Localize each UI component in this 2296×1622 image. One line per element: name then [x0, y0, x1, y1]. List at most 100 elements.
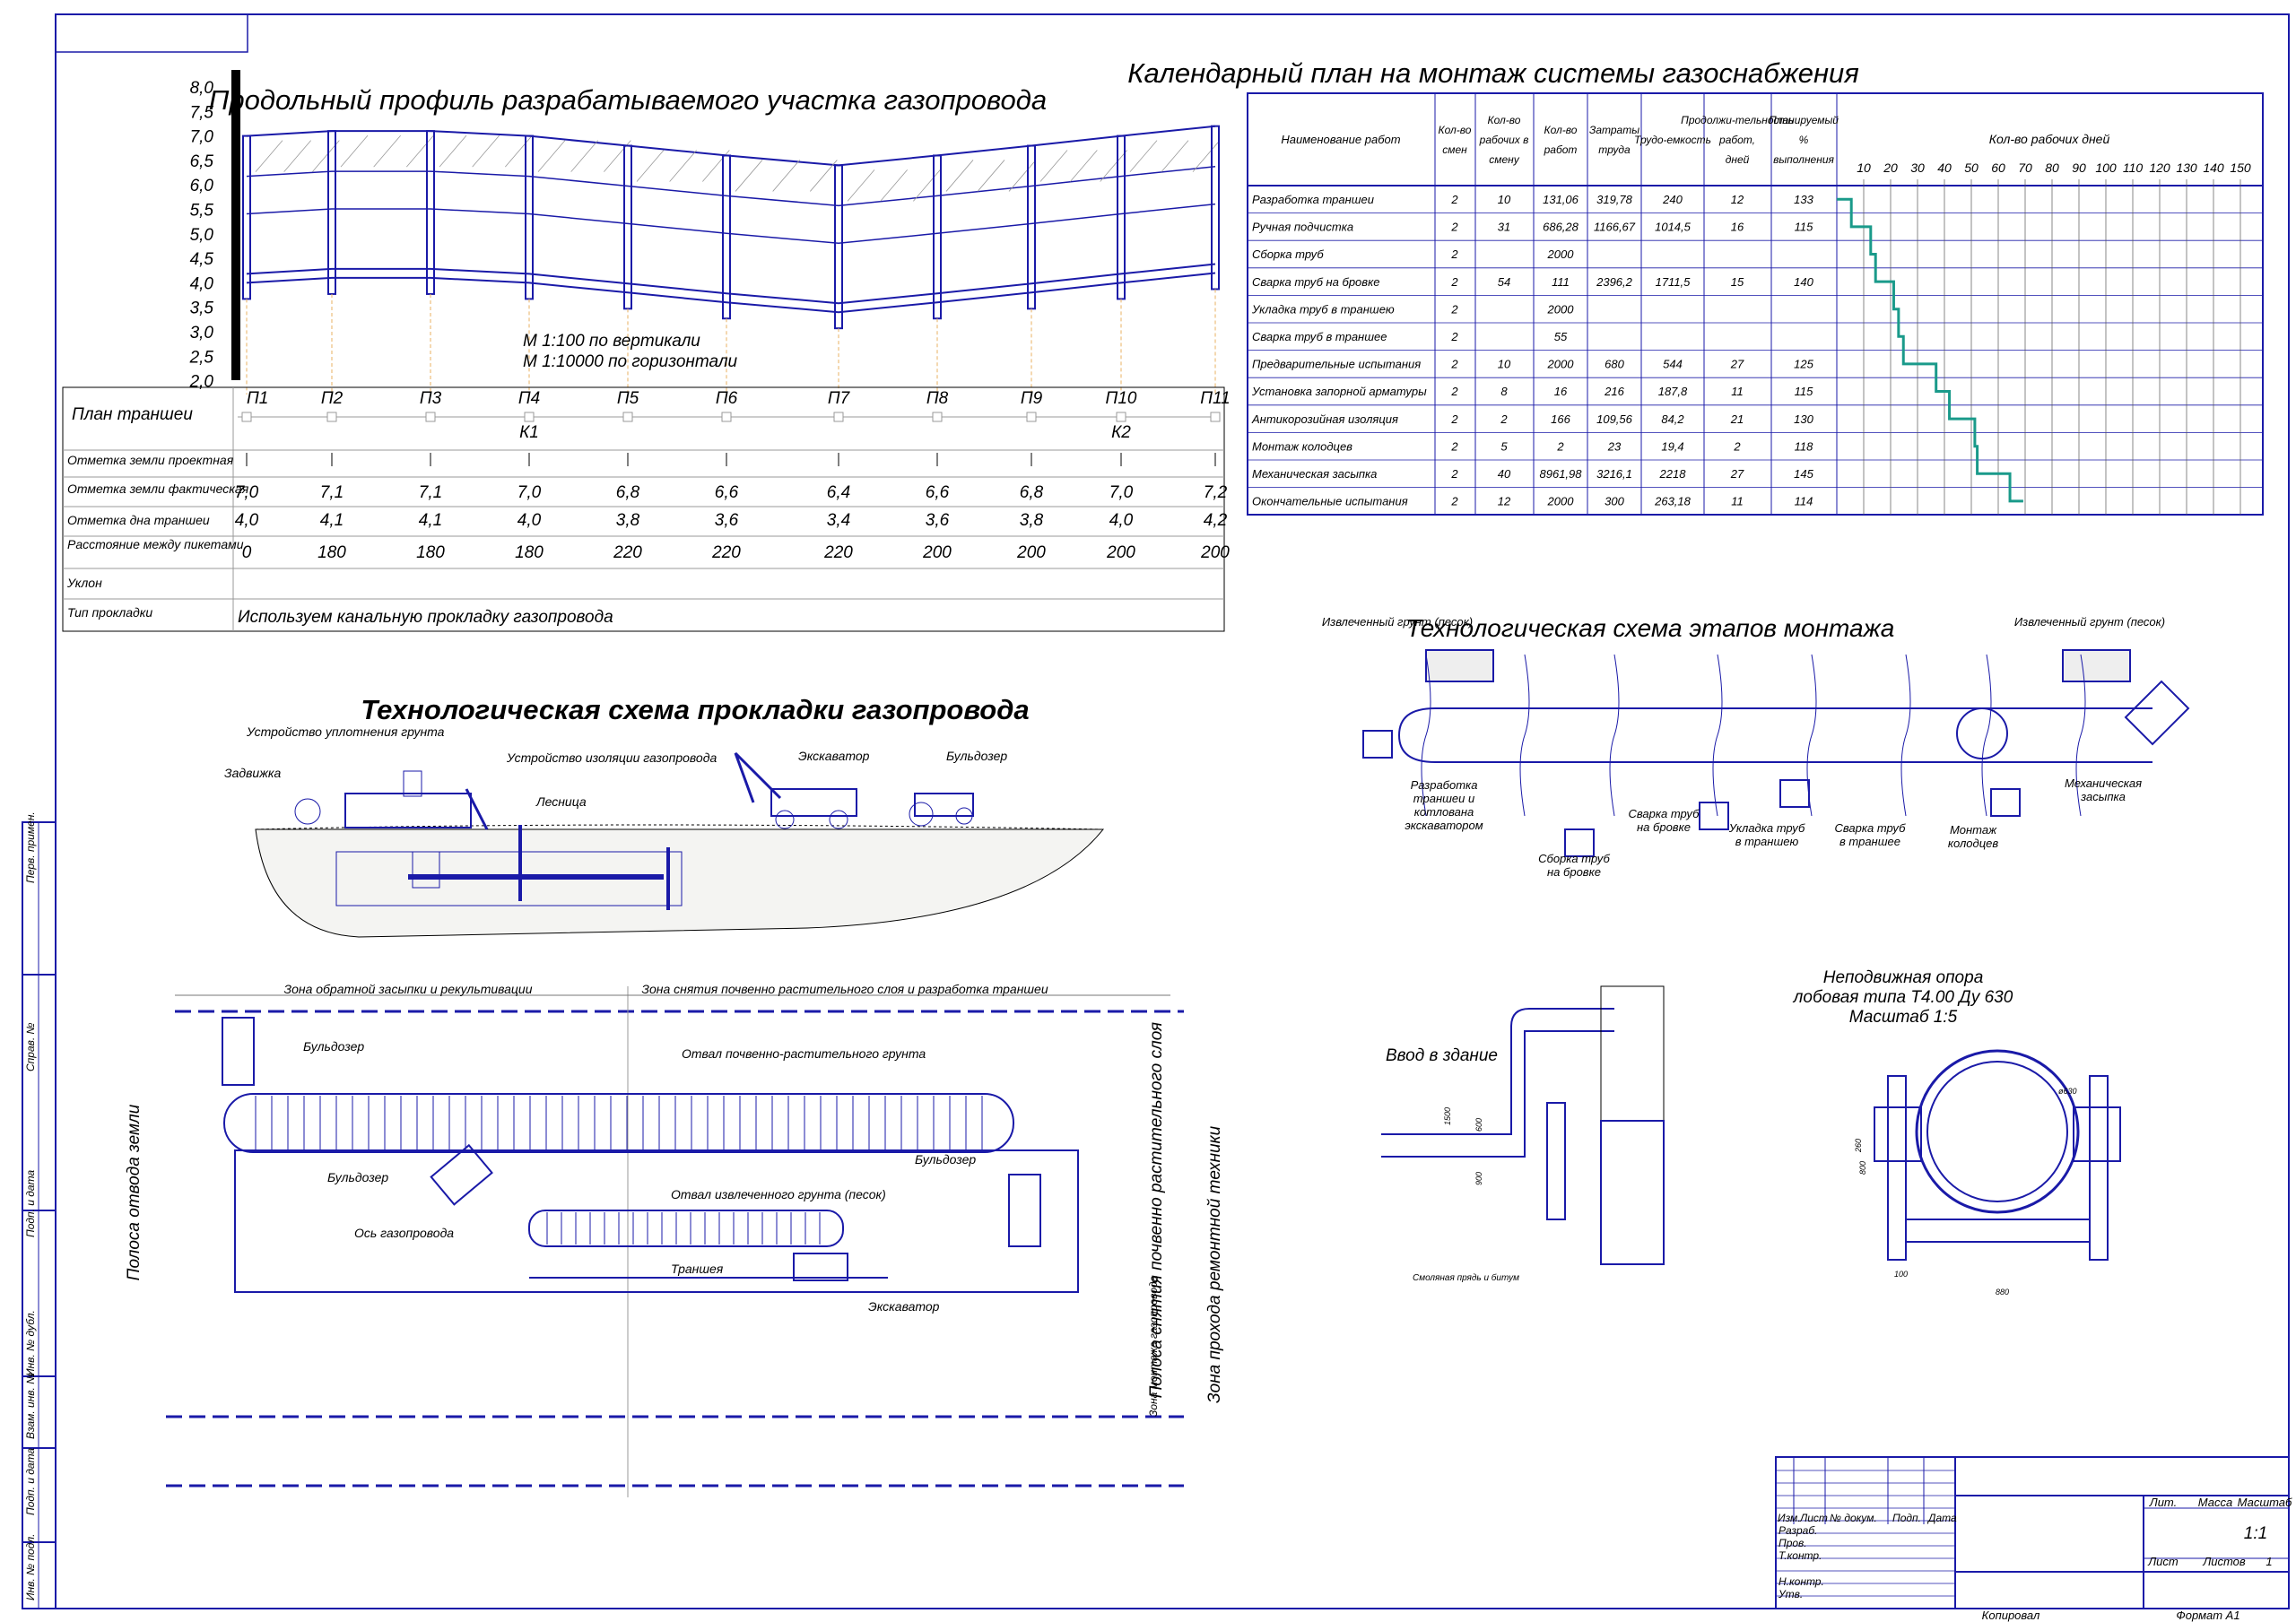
insulation-arm — [465, 788, 489, 830]
row-slope-label: Уклон — [66, 576, 102, 590]
y-tick-label: 2,5 — [189, 348, 214, 367]
hatch-line — [439, 134, 467, 168]
building-column — [1600, 985, 1665, 1265]
picket-marker — [833, 412, 844, 422]
cal-work-name: Антикорозийная изоляция — [1251, 412, 1398, 426]
cal-cell: 2000 — [1547, 495, 1575, 508]
cal-day-tick: 40 — [1937, 160, 1952, 175]
picket-label: П8 — [926, 389, 949, 408]
bottom-value: 3,8 — [1020, 511, 1044, 530]
compactor-cab — [403, 770, 422, 797]
hatch-line — [1129, 140, 1158, 172]
zone-left: Зона обратной засыпки и рекультивации — [283, 982, 532, 996]
row-laying-value: Используем канальную прокладку газопрово… — [238, 608, 613, 627]
picket-marker — [1026, 412, 1037, 422]
picket-label: П1 — [247, 389, 268, 408]
tb-col-label: Изм. — [1778, 1512, 1801, 1524]
cal-day-tick: 130 — [2176, 160, 2197, 175]
support-pipe-inner — [1926, 1061, 2068, 1202]
cal-header: Трудо-емкость — [1634, 134, 1711, 146]
picket-label: П11 — [1200, 389, 1231, 408]
zone-mount-label: Зона монтажа газопровода — [1147, 1275, 1160, 1417]
y-tick-label: 5,0 — [190, 226, 214, 245]
cal-work-name: Установка запорной арматуры — [1251, 385, 1427, 398]
support-dim-1: 260 — [1854, 1139, 1863, 1153]
side-stamp-label: Подп. и дата — [24, 1448, 37, 1515]
cal-cell: 133 — [1794, 193, 1813, 206]
cal-header: Кол-во работ — [1544, 124, 1578, 156]
picket-marker — [622, 412, 633, 422]
tb-copied: Копировал — [1982, 1609, 2040, 1622]
mounting-stages: Технологическая схема этапов монтажа Изв… — [1322, 614, 2190, 879]
actual-value: 7,2 — [1204, 483, 1228, 502]
cal-work-name: Предварительные испытания — [1252, 358, 1421, 371]
trench-label: Траншея — [671, 1262, 724, 1276]
sheet-frame — [55, 13, 2290, 1609]
cal-work-name: Сборка труб — [1252, 247, 1324, 261]
cal-cell: 10 — [1498, 358, 1511, 371]
profile-table — [62, 386, 1225, 632]
laying-title: Технологическая схема прокладки газопров… — [361, 694, 1029, 725]
side-stamp-label: Инв. № дубл. — [24, 1310, 37, 1376]
actual-value: 6,6 — [926, 483, 950, 502]
picket-label: П6 — [716, 389, 738, 408]
tb-lit: Лит. — [2149, 1496, 2177, 1509]
cal-cell: 2 — [1450, 412, 1458, 426]
bottom-value: 4,1 — [419, 511, 442, 530]
cal-cell: 2 — [1733, 439, 1741, 453]
distance-value: 180 — [515, 543, 544, 562]
cal-cell: 12 — [1498, 495, 1511, 508]
cal-cell: 680 — [1605, 358, 1624, 371]
support-lug-left — [1874, 1106, 1922, 1162]
hatch-line — [373, 134, 401, 168]
cal-header: Затраты труда — [1589, 124, 1639, 156]
side-stamp-label: Перв. примен. — [24, 811, 37, 883]
tb-role-label: Н.контр. — [1779, 1575, 1824, 1588]
cal-work-name: Разработка траншеи — [1252, 193, 1374, 206]
cal-cell: 686,28 — [1543, 221, 1579, 234]
cal-day-tick: 140 — [2203, 160, 2224, 175]
cal-day-tick: 80 — [2045, 160, 2059, 175]
cal-cell: 55 — [1554, 330, 1568, 343]
cal-work-name: Укладка труб в траншею — [1251, 302, 1395, 316]
cal-cell: 166 — [1551, 412, 1570, 426]
row-design-label: Отметка земли проектная — [67, 453, 234, 467]
bulldozer-right-label: Бульдозер — [915, 1152, 976, 1167]
actual-value: 7,0 — [1109, 483, 1134, 502]
hatch-line — [636, 150, 665, 182]
hatch-line — [537, 140, 566, 172]
cal-cell: 115 — [1795, 221, 1813, 234]
tb-role-label: Утв. — [1778, 1588, 1803, 1600]
cal-cell: 2 — [1556, 439, 1564, 453]
picket-label: П7 — [828, 389, 851, 408]
actual-value: 7,1 — [419, 483, 442, 502]
plan-bulldozer-right — [1008, 1174, 1041, 1247]
support-base — [1905, 1219, 2091, 1243]
building-wall — [1600, 1120, 1665, 1265]
laying-scheme: Технологическая схема прокладки газопров… — [224, 694, 1105, 938]
cal-cell: 300 — [1605, 495, 1624, 508]
side-stamp-label: Инв. № подл. — [24, 1534, 37, 1600]
actual-value: 6,8 — [1020, 483, 1044, 502]
entry-dim-2: 900 — [1474, 1172, 1483, 1185]
stage-step-label: Укладка труб в траншею — [1728, 821, 1805, 848]
stage-trench — [1398, 707, 2152, 763]
picket-marker — [721, 412, 732, 422]
cal-cell: 216 — [1604, 385, 1624, 398]
stages-soil-right: Извлеченный грунт (песок) — [2014, 615, 2165, 629]
stage-break — [1609, 654, 1620, 817]
distance-value: 200 — [1200, 543, 1230, 562]
y-tick-label: 3,0 — [190, 324, 214, 343]
bottom-value: 3,8 — [616, 511, 640, 530]
bottom-value: 4,0 — [235, 511, 259, 530]
support-dim-0: ø630 — [2058, 1087, 2077, 1096]
stage-well — [1956, 707, 2008, 759]
cal-cell: 11 — [1731, 495, 1744, 508]
side-stamp-label: Подп. и дата — [24, 1170, 37, 1237]
side-stamp-label: Взам. инв. № — [24, 1373, 37, 1439]
calendar-days-label: Кол-во рабочих дней — [1989, 132, 2110, 146]
picket-marker — [1116, 412, 1126, 422]
well-label: К2 — [1111, 423, 1131, 442]
cal-cell: 240 — [1662, 193, 1683, 206]
bulldozer-body — [914, 793, 974, 817]
